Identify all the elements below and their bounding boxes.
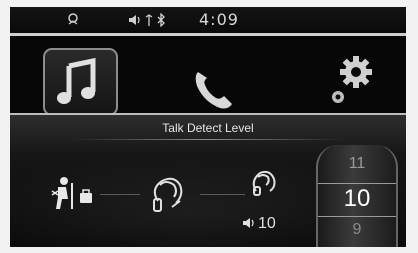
status-bar: 4:09 xyxy=(10,7,406,33)
level-wheel[interactable]: 11 10 9 xyxy=(316,145,398,247)
wheel-prev-value[interactable]: 11 xyxy=(318,155,396,173)
settings-tile[interactable] xyxy=(328,52,376,112)
handsfree-status-icon xyxy=(65,12,81,32)
home-icons-row xyxy=(10,36,406,116)
settings-gear-icon xyxy=(332,56,372,103)
headset-talk-option[interactable] xyxy=(146,173,192,221)
wheel-current-value[interactable]: 10 xyxy=(318,185,396,213)
bluetooth-icon xyxy=(156,12,166,31)
rear-passenger-talk-icon xyxy=(51,177,92,209)
clock: 4:09 xyxy=(199,10,239,29)
phone-signal-icon xyxy=(144,12,154,31)
talk-detect-panel: Talk Detect Level 10 11 10 9 xyxy=(10,113,406,247)
talk-volume-option[interactable] xyxy=(248,167,278,201)
panel-title: Talk Detect Level xyxy=(162,121,254,135)
infotainment-screen: 4:09 Talk Detect Level 10 11 10 9 xyxy=(10,7,406,247)
music-tile[interactable] xyxy=(43,48,118,116)
wheel-next-value[interactable]: 9 xyxy=(318,221,396,239)
phone-icon xyxy=(195,72,232,109)
volume-icon xyxy=(128,12,142,31)
rear-passenger-option[interactable] xyxy=(50,173,100,217)
talk-volume-icon xyxy=(252,170,276,196)
track-line xyxy=(200,194,245,195)
volume-small-icon xyxy=(242,215,256,234)
phone-tile[interactable] xyxy=(188,64,238,118)
track-line xyxy=(100,194,140,195)
headset-talk-icon xyxy=(153,177,183,212)
music-icon xyxy=(57,57,96,104)
title-underline xyxy=(70,139,346,140)
volume-level-value: 10 xyxy=(258,215,276,232)
